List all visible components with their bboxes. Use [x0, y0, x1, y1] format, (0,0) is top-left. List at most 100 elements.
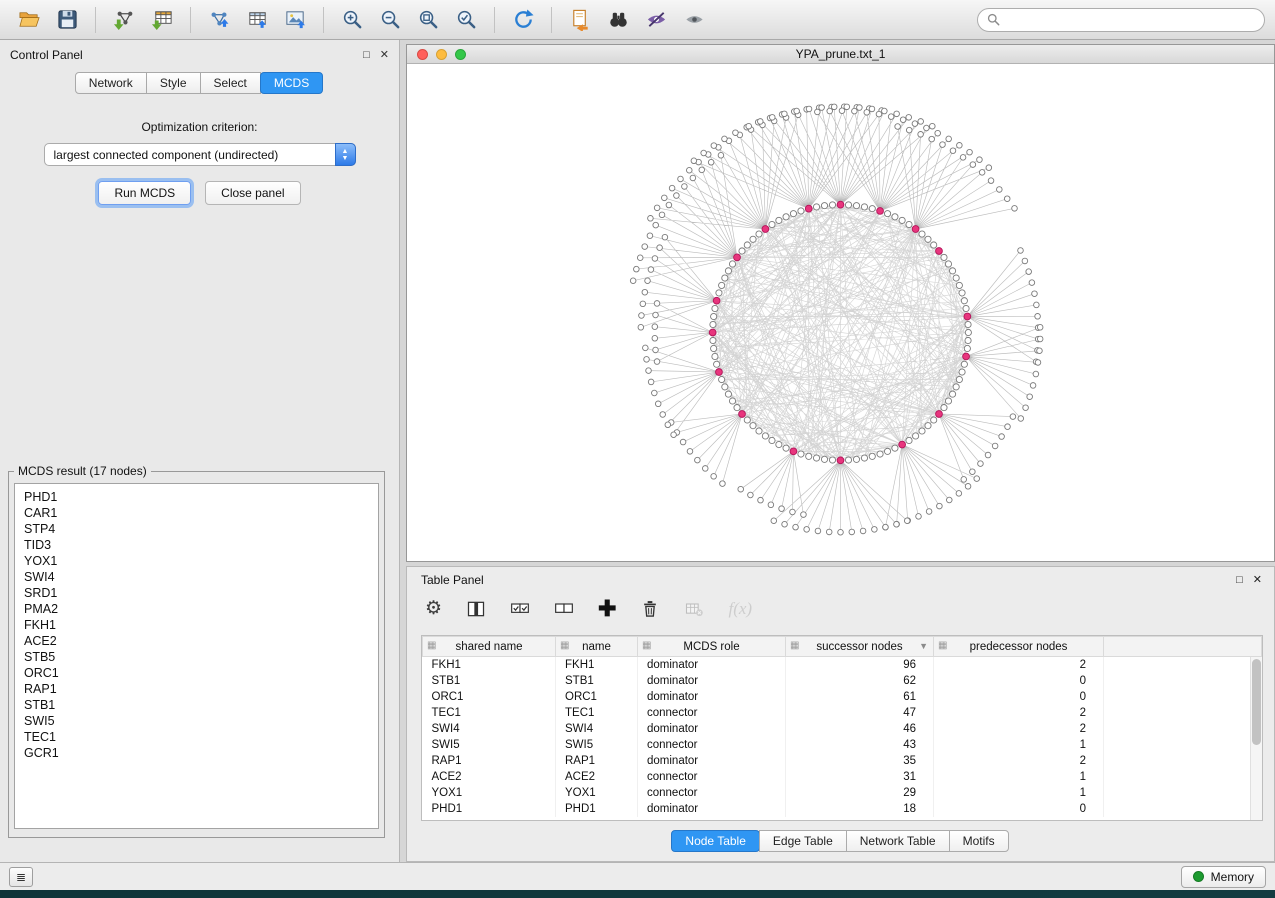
graph-node[interactable] [961, 477, 967, 483]
graph-node[interactable] [918, 119, 924, 125]
graph-node[interactable] [642, 289, 648, 295]
graph-node[interactable] [924, 125, 930, 131]
graph-node[interactable] [691, 158, 697, 164]
table-scrollbar[interactable] [1250, 657, 1262, 820]
run-mcds-button[interactable]: Run MCDS [98, 181, 191, 205]
graph-node[interactable] [906, 221, 912, 227]
table-row[interactable]: FKH1FKH1dominator962 [423, 657, 1262, 673]
window-maximize-icon[interactable] [455, 49, 466, 60]
hide-details-button[interactable] [637, 3, 675, 37]
graph-hub-node[interactable] [877, 208, 884, 215]
console-menu-button[interactable]: ≣ [9, 867, 33, 887]
graph-node[interactable] [638, 324, 644, 330]
graph-node[interactable] [783, 445, 789, 451]
graph-node[interactable] [906, 437, 912, 443]
graph-node[interactable] [844, 104, 850, 110]
graph-node[interactable] [872, 527, 878, 533]
graph-node[interactable] [734, 404, 740, 410]
tab-node-table[interactable]: Node Table [671, 830, 760, 852]
graph-node[interactable] [892, 214, 898, 220]
graph-node[interactable] [956, 282, 962, 288]
graph-node[interactable] [826, 529, 832, 535]
graph-hub-node[interactable] [899, 441, 906, 448]
graph-node[interactable] [940, 142, 946, 148]
graph-node[interactable] [1037, 324, 1043, 330]
graph-node[interactable] [931, 417, 937, 423]
graph-node[interactable] [965, 321, 971, 327]
graph-node[interactable] [919, 231, 925, 237]
graph-node[interactable] [918, 132, 924, 138]
graph-node[interactable] [639, 313, 645, 319]
graph-node[interactable] [711, 313, 717, 319]
window-close-icon[interactable] [417, 49, 428, 60]
graph-node[interactable] [985, 452, 991, 458]
mcds-result-item[interactable]: RAP1 [24, 681, 378, 697]
graph-node[interactable] [945, 261, 951, 267]
graph-node[interactable] [750, 423, 756, 429]
graph-node[interactable] [729, 398, 735, 404]
graph-node[interactable] [806, 106, 812, 112]
graph-node[interactable] [776, 217, 782, 223]
table-row[interactable]: SWI5SWI5connector431 [423, 737, 1262, 753]
network-graph[interactable] [407, 64, 1274, 561]
graph-node[interactable] [904, 518, 910, 524]
graph-node[interactable] [1005, 424, 1011, 430]
graph-hub-node[interactable] [936, 248, 943, 255]
graph-node[interactable] [804, 527, 810, 533]
show-details-button[interactable] [675, 3, 713, 37]
import-table-button[interactable] [143, 3, 181, 37]
graph-node[interactable] [959, 290, 965, 296]
mcds-result-item[interactable]: STP4 [24, 521, 378, 537]
graph-node[interactable] [645, 278, 651, 284]
graph-node[interactable] [710, 321, 716, 327]
graph-node[interactable] [712, 305, 718, 311]
memory-button[interactable]: Memory [1181, 866, 1266, 888]
graph-node[interactable] [648, 267, 654, 273]
table-row[interactable]: ORC1ORC1dominator610 [423, 689, 1262, 705]
graph-node[interactable] [750, 236, 756, 242]
graph-node[interactable] [999, 434, 1005, 440]
mcds-result-item[interactable]: GCR1 [24, 745, 378, 761]
graph-node[interactable] [733, 130, 739, 136]
graph-node[interactable] [699, 167, 705, 173]
graph-node[interactable] [888, 114, 894, 120]
graph-node[interactable] [869, 206, 875, 212]
graph-node[interactable] [956, 491, 962, 497]
graph-node[interactable] [686, 167, 692, 173]
graph-node[interactable] [869, 106, 875, 112]
graph-hub-node[interactable] [963, 353, 970, 360]
graph-node[interactable] [845, 457, 851, 463]
graph-hub-node[interactable] [805, 205, 812, 212]
graph-node[interactable] [967, 149, 973, 155]
mcds-result-item[interactable]: STB5 [24, 649, 378, 665]
graph-node[interactable] [965, 337, 971, 343]
graph-node[interactable] [642, 244, 648, 250]
zoom-out-button[interactable] [371, 3, 409, 37]
graph-node[interactable] [722, 136, 728, 142]
export-image-button[interactable] [276, 3, 314, 37]
graph-node[interactable] [829, 457, 835, 463]
graph-node[interactable] [861, 455, 867, 461]
graph-node[interactable] [935, 130, 941, 136]
float-panel-icon[interactable]: □ [363, 50, 370, 61]
graph-node[interactable] [718, 152, 724, 158]
graph-hub-node[interactable] [739, 411, 746, 418]
graph-node[interactable] [662, 234, 668, 240]
graph-node[interactable] [931, 242, 937, 248]
graph-node[interactable] [1010, 414, 1016, 420]
save-session-button[interactable] [48, 3, 86, 37]
refresh-button[interactable] [504, 3, 542, 37]
graph-node[interactable] [978, 461, 984, 467]
graph-node[interactable] [849, 529, 855, 535]
graph-node[interactable] [821, 456, 827, 462]
graph-node[interactable] [946, 136, 952, 142]
graph-node[interactable] [815, 528, 821, 534]
graph-node[interactable] [961, 298, 967, 304]
graph-node[interactable] [722, 384, 728, 390]
graph-node[interactable] [946, 497, 952, 503]
graph-node[interactable] [643, 345, 649, 351]
graph-node[interactable] [646, 368, 652, 374]
graph-node[interactable] [949, 268, 955, 274]
column-header-successor-nodes[interactable]: ▦successor nodes▼ [786, 637, 934, 657]
graph-node[interactable] [630, 278, 636, 284]
